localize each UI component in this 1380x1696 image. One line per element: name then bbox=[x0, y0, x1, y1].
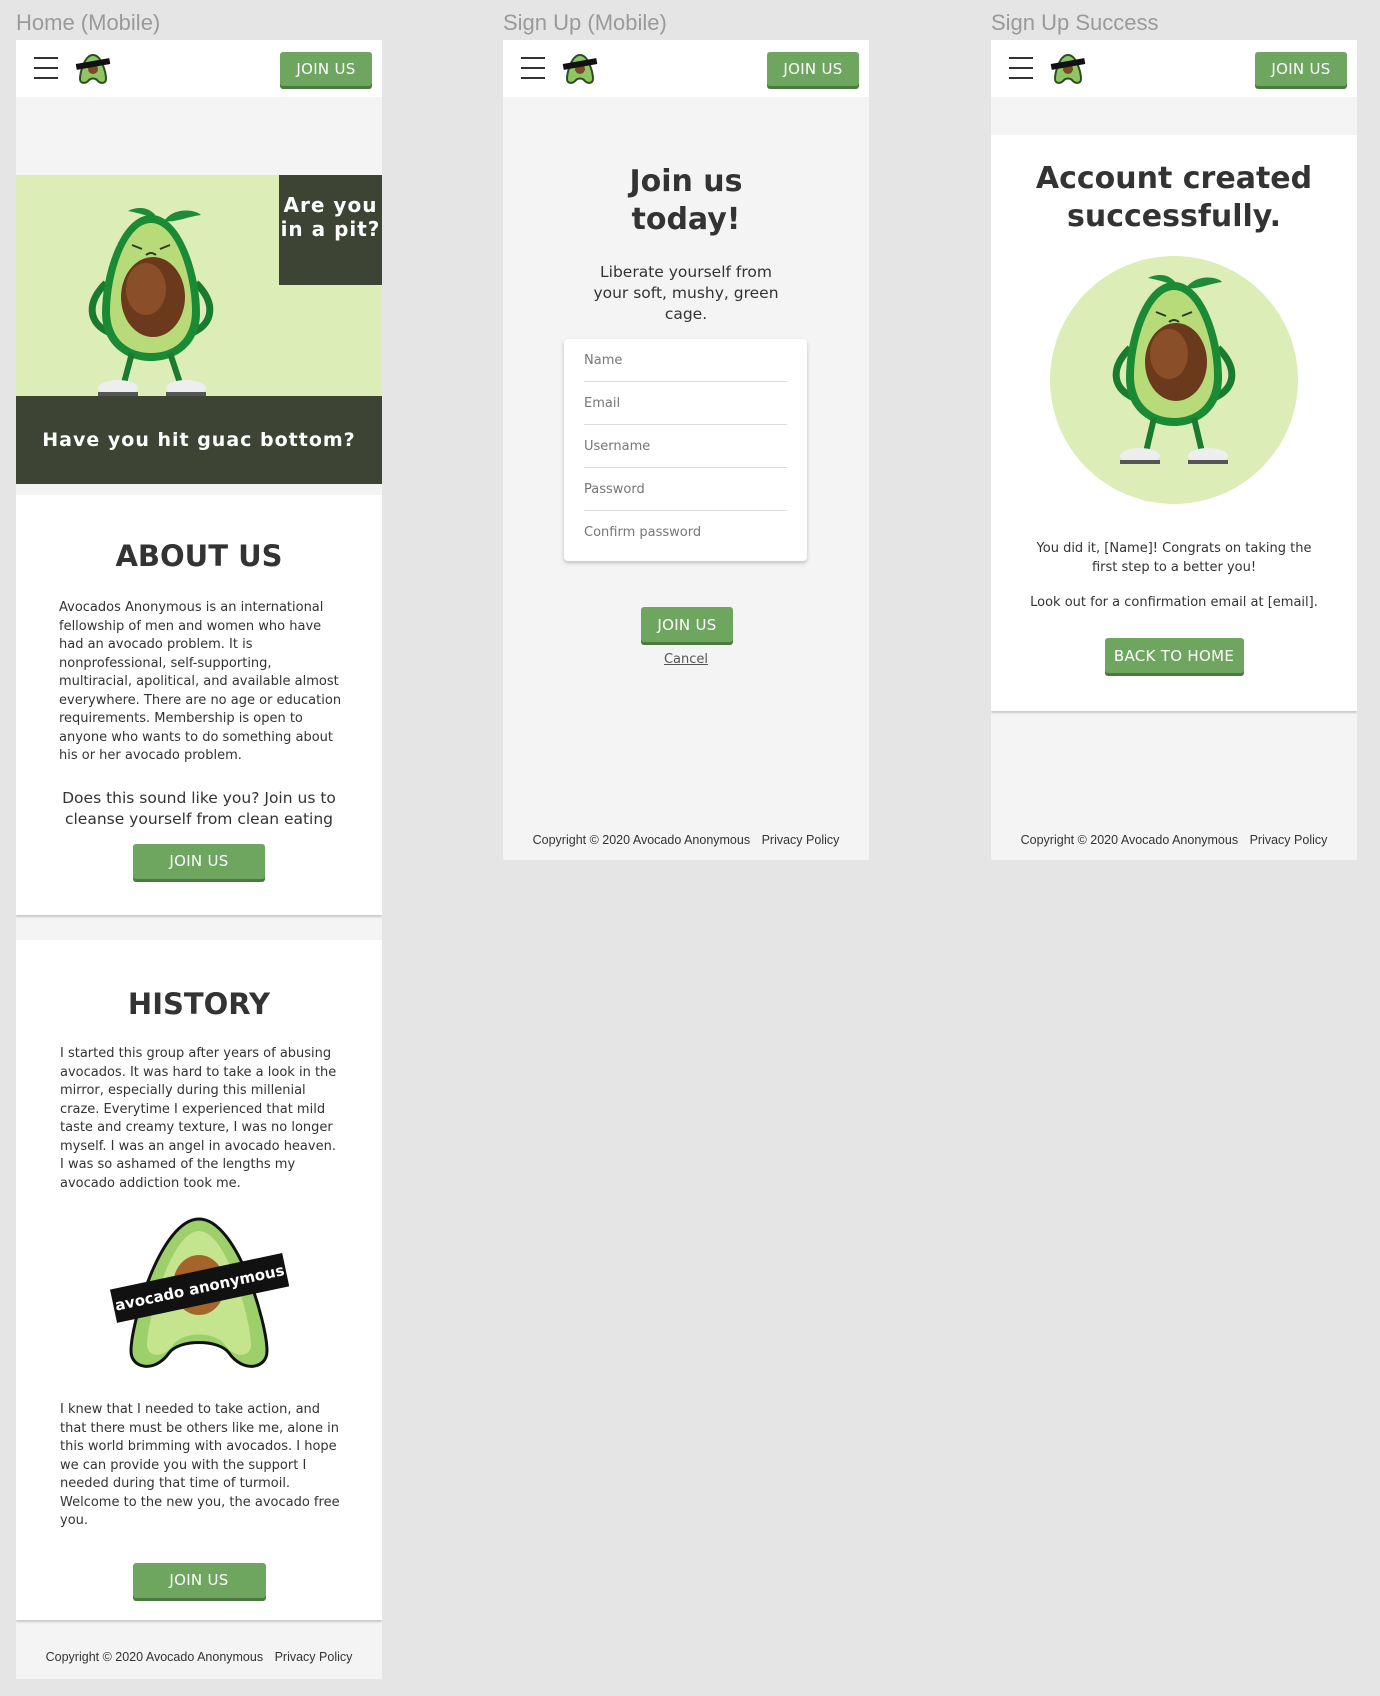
hero-headline: Have you hit guac bottom? bbox=[16, 396, 382, 484]
history-section: HISTORY I started this group after years… bbox=[16, 940, 382, 1620]
signup-submit-button[interactable]: JOIN US bbox=[641, 607, 733, 642]
name-field[interactable]: Name bbox=[584, 339, 787, 382]
back-to-home-button[interactable]: BACK TO HOME bbox=[1104, 638, 1244, 673]
home-frame: JOIN US Are you in a pit? Have you hit g… bbox=[16, 40, 382, 1679]
history-title: HISTORY bbox=[127, 987, 271, 1021]
hamburger-icon[interactable] bbox=[34, 57, 58, 79]
about-title: ABOUT US bbox=[115, 539, 283, 573]
footer-copyright: Copyright © 2020 Avocado Anonymous bbox=[45, 1650, 264, 1664]
success-message: You did it, [Name]! Congrats on taking t… bbox=[1036, 541, 1312, 575]
footer-copyright: Copyright © 2020 Avocado Anonymous bbox=[532, 833, 751, 847]
signup-frame: JOIN US Join us today! Liberate yourself… bbox=[503, 40, 869, 860]
navbar: JOIN US bbox=[16, 40, 382, 97]
avocado-logo-icon[interactable] bbox=[74, 52, 112, 86]
signup-title: Join us today! bbox=[629, 164, 743, 237]
signup-footer: Copyright © 2020 Avocado Anonymous Priva… bbox=[503, 833, 869, 847]
about-cta-text: Does this sound like you? Join us to cle… bbox=[62, 788, 336, 828]
frame-title-home: Home (Mobile) bbox=[16, 10, 161, 35]
success-title: Account created successfully. bbox=[1035, 161, 1313, 234]
password-field[interactable]: Password bbox=[584, 468, 787, 511]
privacy-link[interactable]: Privacy Policy bbox=[275, 1650, 353, 1664]
hamburger-icon[interactable] bbox=[521, 57, 545, 79]
history-text-1: I started this group after years of abus… bbox=[60, 1046, 337, 1191]
history-join-button[interactable]: JOIN US bbox=[132, 1562, 266, 1598]
privacy-link[interactable]: Privacy Policy bbox=[762, 833, 840, 847]
hamburger-icon[interactable] bbox=[1009, 57, 1033, 79]
avocado-illustration bbox=[1050, 256, 1298, 504]
footer-copyright: Copyright © 2020 Avocado Anonymous bbox=[1020, 833, 1239, 847]
email-field[interactable]: Email bbox=[584, 382, 787, 425]
username-field[interactable]: Username bbox=[584, 425, 787, 468]
navbar: JOIN US bbox=[503, 40, 869, 97]
about-text: Avocados Anonymous is an international f… bbox=[59, 600, 342, 763]
about-join-button[interactable]: JOIN US bbox=[133, 843, 265, 879]
avocado-anonymous-badge: avocado anonymous bbox=[110, 1217, 289, 1368]
hero-section: Are you in a pit? Have you hit guac bott… bbox=[16, 175, 382, 484]
nav-join-button[interactable]: JOIN US bbox=[280, 52, 372, 86]
signup-form: Name Email Username Password Confirm pas… bbox=[564, 339, 807, 561]
cancel-link[interactable]: Cancel bbox=[503, 652, 869, 667]
navbar: JOIN US bbox=[991, 40, 1357, 97]
frame-title-signup: Sign Up (Mobile) bbox=[503, 10, 667, 35]
success-frame: JOIN US Account created successfully. Yo… bbox=[991, 40, 1357, 860]
nav-join-button[interactable]: JOIN US bbox=[1255, 52, 1347, 86]
angry-avocado-illustration bbox=[88, 208, 214, 396]
about-section: ABOUT US Avocados Anonymous is an intern… bbox=[16, 495, 382, 915]
success-card: Account created successfully. You did it… bbox=[991, 135, 1357, 711]
signup-subtitle: Liberate yourself from your soft, mushy,… bbox=[593, 263, 779, 323]
avocado-logo-icon[interactable] bbox=[561, 52, 599, 86]
success-footer: Copyright © 2020 Avocado Anonymous Priva… bbox=[991, 833, 1357, 847]
privacy-link[interactable]: Privacy Policy bbox=[1250, 833, 1328, 847]
avocado-logo-icon[interactable] bbox=[1049, 52, 1087, 86]
hero-tagline: Are you in a pit? bbox=[279, 175, 382, 285]
home-footer: Copyright © 2020 Avocado Anonymous Priva… bbox=[16, 1650, 382, 1664]
history-text-2: I knew that I needed to take action, and… bbox=[60, 1402, 340, 1528]
success-email-note: Look out for a confirmation email at [em… bbox=[1030, 595, 1318, 610]
frame-title-success: Sign Up Success bbox=[991, 10, 1159, 35]
confirm-password-field[interactable]: Confirm password bbox=[584, 511, 787, 554]
nav-join-button[interactable]: JOIN US bbox=[767, 52, 859, 86]
